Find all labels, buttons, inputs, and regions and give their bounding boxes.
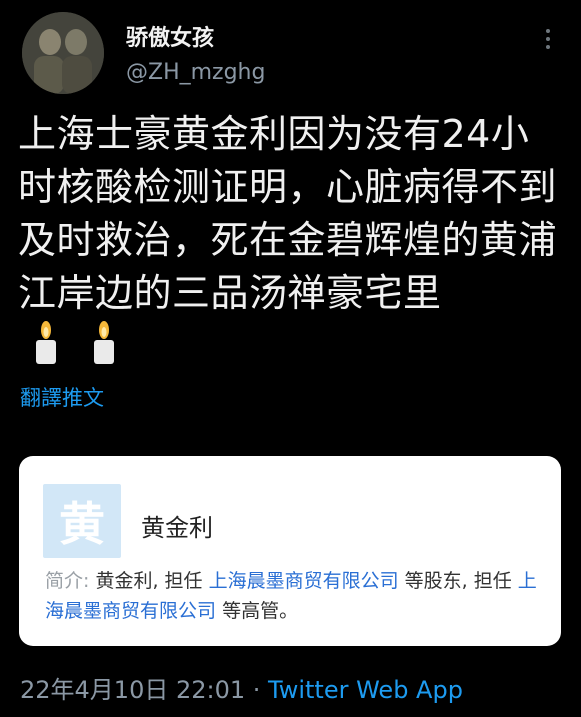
tweet-meta: 22年4月10日 22:01 · Twitter Web App: [20, 670, 463, 705]
avatar-image: [22, 12, 104, 94]
intro-label: 简介:: [45, 570, 90, 592]
link-card[interactable]: 黄 黄金利 简介: 黄金利, 担任 上海晨墨商贸有限公司 等股东, 担任 上海晨…: [19, 456, 561, 646]
more-dot-icon: [546, 29, 550, 33]
more-options-button[interactable]: [537, 24, 559, 54]
card-title: 黄金利: [141, 514, 213, 542]
translate-tweet-link[interactable]: 翻譯推文: [20, 382, 104, 412]
more-dot-icon: [546, 45, 550, 49]
candle-icon: [94, 321, 114, 364]
display-name[interactable]: 骄傲女孩: [126, 20, 214, 52]
emoji-row: [30, 320, 120, 366]
avatar[interactable]: [22, 12, 104, 94]
intro-end: 等高管。: [222, 600, 299, 622]
tweet-text: 上海士豪黄金利因为没有24小时核酸检测证明，心脏病得不到及时救治，死在金碧辉煌的…: [18, 112, 558, 315]
source-app[interactable]: Twitter Web App: [268, 676, 463, 704]
intro-person: 黄金利, 担任: [95, 570, 203, 592]
company-link[interactable]: 上海晨墨商贸有限公司: [209, 570, 399, 592]
company-logo: 黄: [43, 484, 121, 558]
user-handle[interactable]: @ZH_mzghg: [126, 60, 265, 85]
logo-char: 黄: [59, 497, 105, 551]
candle-icon: [36, 321, 56, 364]
card-description: 简介: 黄金利, 担任 上海晨墨商贸有限公司 等股东, 担任 上海晨墨商贸有限公…: [45, 566, 551, 626]
more-dot-icon: [546, 37, 550, 41]
timestamp[interactable]: 22年4月10日 22:01 ·: [20, 676, 268, 704]
intro-mid: 等股东, 担任: [404, 570, 512, 592]
